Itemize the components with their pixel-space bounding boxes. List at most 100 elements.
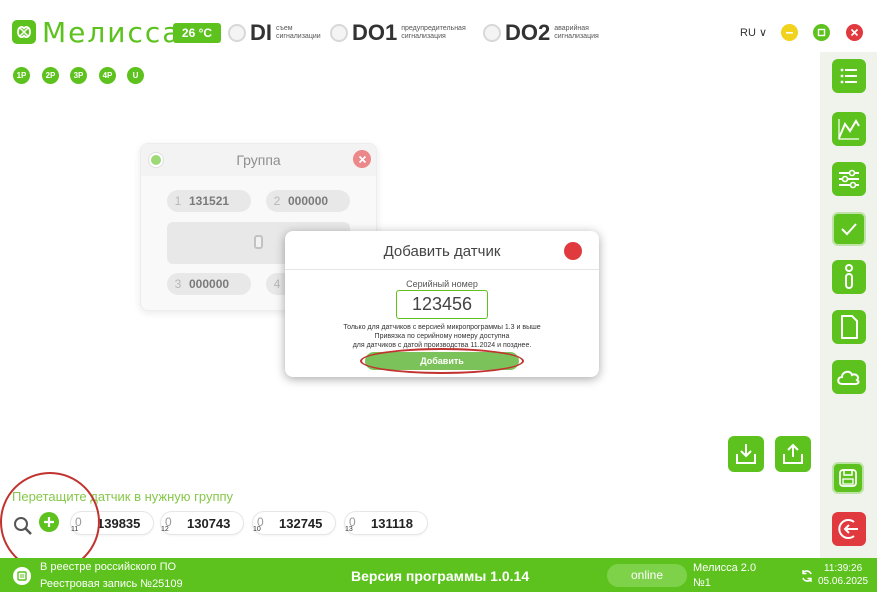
group-slot-3[interactable]: 3 000000	[167, 273, 251, 295]
registry-record: Реестровая запись №25109	[40, 578, 183, 590]
search-icon	[14, 517, 32, 535]
app-window: Мелисса 26 °C DI съем сигнализации DO1 п…	[0, 0, 877, 592]
indicator-do1-desc: предупредительная сигнализация	[401, 25, 466, 40]
sidebar-chart-button[interactable]	[832, 112, 866, 146]
device-number: №1	[693, 577, 711, 589]
indicator-do2-lamp-icon	[483, 24, 501, 42]
temperature-badge: 26 °C	[173, 23, 221, 43]
sensor-chip[interactable]: 0 13 131118	[344, 511, 428, 535]
sensor-serial: 139835	[97, 516, 141, 531]
sidebar-save-button[interactable]	[832, 462, 864, 494]
serial-number-input[interactable]	[396, 290, 488, 319]
port-u-button[interactable]: U	[127, 67, 144, 84]
port-3p-button[interactable]: 3P	[70, 67, 87, 84]
melissa-logo-icon	[12, 20, 36, 44]
app-title: Мелисса	[42, 16, 182, 49]
sensor-chip[interactable]: 0 12 130743	[160, 511, 244, 535]
connection-status-badge: online	[607, 564, 687, 587]
group-header: Группа	[141, 144, 376, 176]
production-date-note: для датчиков с датой производства 11.202…	[352, 342, 532, 349]
device-name: Мелисса 2.0	[693, 562, 757, 574]
clock-time: 11:39:26	[824, 563, 863, 574]
sensor-chip[interactable]: 0 10 132745	[252, 511, 336, 535]
group-title: Группа	[236, 152, 281, 168]
maximize-icon	[817, 28, 826, 37]
drop-hint-text: Перетащите датчик в нужную группу	[12, 489, 234, 504]
dialog-close-button[interactable]	[564, 242, 582, 260]
search-button[interactable]	[12, 515, 34, 542]
export-button[interactable]	[775, 436, 811, 472]
check-icon	[841, 223, 857, 236]
add-sensor-button[interactable]	[39, 512, 59, 532]
slot-number: 3	[174, 277, 182, 291]
sidebar-cloud-button[interactable]	[832, 360, 866, 394]
sidebar-check-button[interactable]	[832, 212, 866, 246]
sensor-serial: 131118	[371, 516, 413, 531]
indicator-do2-code: DO2	[505, 20, 551, 45]
indicator-do1-code: DO1	[352, 20, 398, 45]
sidebar-settings-button[interactable]	[832, 162, 866, 196]
slot-serial: 000000	[288, 194, 329, 208]
indicator-di-desc: съем сигнализации	[276, 25, 321, 40]
sensor-chip[interactable]: 0 11 139835	[70, 511, 154, 535]
maximize-button[interactable]	[813, 24, 830, 41]
sensor-channel: 13	[345, 526, 353, 533]
sensor-channel: 11	[71, 526, 79, 533]
indicator-do1-lamp-icon	[330, 24, 348, 42]
status-bar: В реестре российского ПО Реестровая запи…	[0, 558, 877, 592]
sensor-serial: 130743	[187, 516, 231, 531]
indicator-di: DI съем сигнализации	[228, 22, 336, 44]
language-selector[interactable]: RU ∨	[740, 26, 767, 39]
add-sensor-dialog: Добавить датчик Серийный номер Только дл…	[285, 231, 599, 377]
port-4p-button[interactable]: 4P	[99, 67, 116, 84]
slot-number: 2	[273, 194, 281, 208]
sidebar-logout-button[interactable]	[832, 512, 866, 546]
minimize-icon	[786, 32, 793, 34]
sensor-channel: 12	[161, 526, 169, 533]
minimize-button[interactable]	[781, 24, 798, 41]
close-icon	[358, 155, 366, 163]
plus-icon	[44, 517, 54, 527]
sidebar-info-button[interactable]	[832, 260, 866, 294]
indicator-di-code: DI	[250, 20, 272, 45]
slot-number: 1	[174, 194, 182, 208]
port-1p-button[interactable]: 1P	[13, 67, 30, 84]
indicator-do2: DO2 аварийная сигнализация	[483, 22, 624, 44]
close-button[interactable]	[846, 24, 863, 41]
close-icon	[850, 28, 859, 37]
info-icon	[845, 264, 853, 289]
sensor-serial: 132745	[279, 516, 323, 531]
chart-icon	[838, 119, 860, 140]
indicator-do1: DO1 предупредительная сигнализация	[330, 22, 476, 44]
slot-serial: 131521	[189, 194, 230, 208]
sync-button[interactable]	[800, 569, 814, 588]
document-icon	[841, 315, 858, 339]
port-2p-button[interactable]: 2P	[42, 67, 59, 84]
sensor-channel: 10	[253, 526, 261, 533]
import-button[interactable]	[728, 436, 764, 472]
clock-date: 05.06.2025	[818, 576, 869, 587]
list-icon	[840, 68, 857, 84]
sidebar-list-button[interactable]	[832, 59, 866, 93]
sync-icon	[802, 570, 812, 582]
add-button[interactable]: Добавить	[365, 352, 519, 370]
group-slot-2[interactable]: 2 000000	[266, 190, 350, 212]
indicator-di-lamp-icon	[228, 24, 246, 42]
firmware-note: Только для датчиков с версией микропрогр…	[343, 324, 541, 331]
cloud-icon	[837, 370, 860, 385]
logout-icon	[838, 519, 858, 539]
binding-note: Привязка по серийному номеру доступна	[374, 333, 510, 340]
indicator-do2-desc: аварийная сигнализация	[554, 25, 599, 40]
group-close-button[interactable]	[353, 150, 371, 168]
registry-icon	[13, 567, 31, 585]
registry-text: В реестре российского ПО	[40, 561, 177, 573]
group-slot-1[interactable]: 1 131521	[167, 190, 251, 212]
upload-icon	[783, 443, 803, 464]
program-version: Версия программы 1.0.14	[351, 568, 530, 584]
download-icon	[736, 444, 756, 464]
sliders-icon	[839, 169, 859, 189]
dialog-title: Добавить датчик	[383, 243, 501, 260]
header-bar: Мелисса 26 °C DI съем сигнализации DO1 п…	[0, 10, 877, 52]
save-icon	[839, 469, 857, 487]
sidebar-document-button[interactable]	[832, 310, 866, 344]
